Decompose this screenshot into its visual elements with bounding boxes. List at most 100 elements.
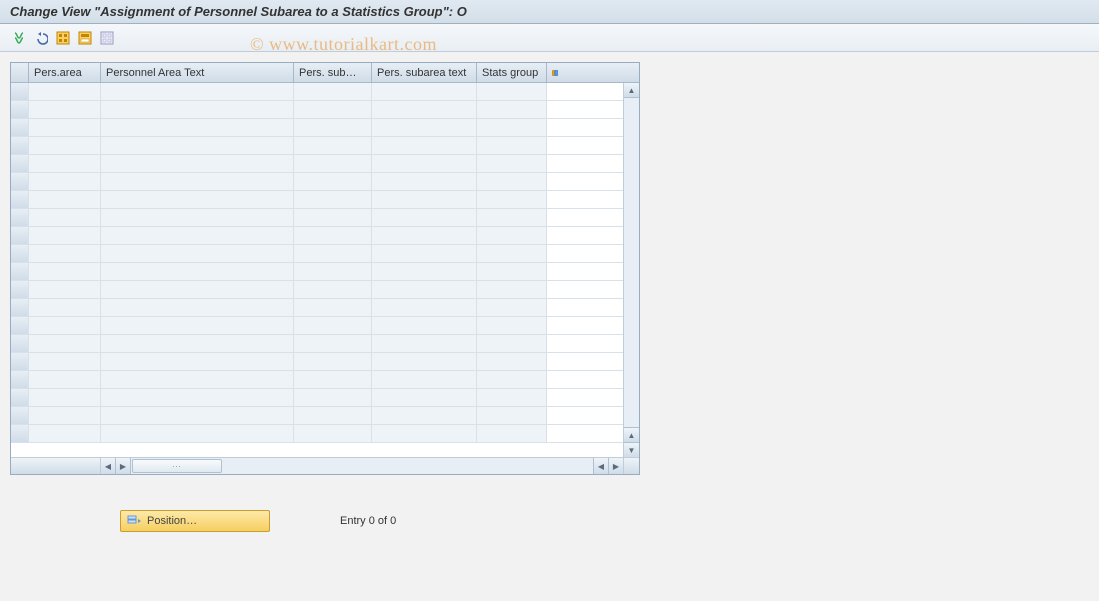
cell-pers-area[interactable]	[29, 299, 101, 316]
cell-personnel-area-text[interactable]	[101, 137, 294, 154]
cell-stats-group[interactable]	[477, 281, 547, 298]
cell-stats-group[interactable]	[477, 425, 547, 442]
cell-stats-group[interactable]	[477, 173, 547, 190]
cell-pers-subarea-text[interactable]	[372, 281, 477, 298]
deselect-all-icon[interactable]	[98, 29, 116, 47]
cell-pers-suba[interactable]	[294, 353, 372, 370]
column-header-personnel-area-text[interactable]: Personnel Area Text	[101, 63, 294, 82]
cell-pers-suba[interactable]	[294, 173, 372, 190]
cell-stats-group[interactable]	[477, 101, 547, 118]
cell-pers-area[interactable]	[29, 227, 101, 244]
cell-pers-area[interactable]	[29, 83, 101, 100]
row-selector[interactable]	[11, 389, 29, 406]
cell-pers-subarea-text[interactable]	[372, 245, 477, 262]
column-header-stats-group[interactable]: Stats group	[477, 63, 547, 82]
cell-stats-group[interactable]	[477, 227, 547, 244]
row-selector[interactable]	[11, 191, 29, 208]
position-button[interactable]: Position…	[120, 510, 270, 532]
cell-pers-area[interactable]	[29, 407, 101, 424]
cell-pers-subarea-text[interactable]	[372, 101, 477, 118]
cell-pers-suba[interactable]	[294, 227, 372, 244]
column-header-pers-subarea-text[interactable]: Pers. subarea text	[372, 63, 477, 82]
cell-pers-subarea-text[interactable]	[372, 155, 477, 172]
row-selector[interactable]	[11, 209, 29, 226]
row-selector[interactable]	[11, 425, 29, 442]
row-selector[interactable]	[11, 371, 29, 388]
cell-pers-subarea-text[interactable]	[372, 299, 477, 316]
cell-personnel-area-text[interactable]	[101, 245, 294, 262]
cell-pers-subarea-text[interactable]	[372, 335, 477, 352]
cell-pers-area[interactable]	[29, 119, 101, 136]
cell-pers-suba[interactable]	[294, 281, 372, 298]
cell-pers-subarea-text[interactable]	[372, 173, 477, 190]
scroll-left-icon[interactable]: ◀	[101, 458, 116, 474]
cell-personnel-area-text[interactable]	[101, 209, 294, 226]
cell-stats-group[interactable]	[477, 317, 547, 334]
cell-pers-suba[interactable]	[294, 407, 372, 424]
cell-pers-area[interactable]	[29, 191, 101, 208]
column-header-pers-suba[interactable]: Pers. sub…	[294, 63, 372, 82]
row-selector[interactable]	[11, 335, 29, 352]
undo-icon[interactable]	[32, 29, 50, 47]
cell-stats-group[interactable]	[477, 353, 547, 370]
cell-stats-group[interactable]	[477, 209, 547, 226]
cell-personnel-area-text[interactable]	[101, 119, 294, 136]
cell-personnel-area-text[interactable]	[101, 101, 294, 118]
hscroll-thumb[interactable]: ⋯	[132, 459, 222, 473]
cell-personnel-area-text[interactable]	[101, 407, 294, 424]
cell-pers-suba[interactable]	[294, 425, 372, 442]
cell-pers-suba[interactable]	[294, 83, 372, 100]
cell-pers-area[interactable]	[29, 353, 101, 370]
cell-personnel-area-text[interactable]	[101, 317, 294, 334]
cell-pers-subarea-text[interactable]	[372, 389, 477, 406]
cell-personnel-area-text[interactable]	[101, 173, 294, 190]
scroll-right-inner-icon[interactable]: ▶	[116, 458, 131, 474]
cell-personnel-area-text[interactable]	[101, 263, 294, 280]
select-block-icon[interactable]	[76, 29, 94, 47]
cell-pers-area[interactable]	[29, 371, 101, 388]
cell-pers-subarea-text[interactable]	[372, 119, 477, 136]
cell-pers-suba[interactable]	[294, 101, 372, 118]
cell-pers-area[interactable]	[29, 101, 101, 118]
cell-pers-suba[interactable]	[294, 209, 372, 226]
cell-pers-subarea-text[interactable]	[372, 227, 477, 244]
cell-pers-suba[interactable]	[294, 389, 372, 406]
cell-personnel-area-text[interactable]	[101, 191, 294, 208]
cell-pers-subarea-text[interactable]	[372, 191, 477, 208]
row-selector[interactable]	[11, 155, 29, 172]
cell-stats-group[interactable]	[477, 119, 547, 136]
column-header-pers-area[interactable]: Pers.area	[29, 63, 101, 82]
cell-personnel-area-text[interactable]	[101, 83, 294, 100]
horizontal-scrollbar[interactable]: ◀ ▶ ⋯ ◀ ▶	[11, 457, 639, 474]
cell-pers-subarea-text[interactable]	[372, 137, 477, 154]
cell-pers-area[interactable]	[29, 389, 101, 406]
row-selector[interactable]	[11, 137, 29, 154]
row-selector[interactable]	[11, 119, 29, 136]
select-all-icon[interactable]	[54, 29, 72, 47]
cell-stats-group[interactable]	[477, 245, 547, 262]
cell-pers-subarea-text[interactable]	[372, 371, 477, 388]
row-selector[interactable]	[11, 101, 29, 118]
cell-pers-suba[interactable]	[294, 137, 372, 154]
cell-pers-subarea-text[interactable]	[372, 83, 477, 100]
scroll-up-icon[interactable]: ▲	[624, 83, 639, 98]
row-selector[interactable]	[11, 281, 29, 298]
cell-pers-subarea-text[interactable]	[372, 209, 477, 226]
cell-pers-area[interactable]	[29, 317, 101, 334]
cell-pers-subarea-text[interactable]	[372, 263, 477, 280]
cell-pers-area[interactable]	[29, 281, 101, 298]
cell-stats-group[interactable]	[477, 335, 547, 352]
cell-stats-group[interactable]	[477, 137, 547, 154]
cell-stats-group[interactable]	[477, 389, 547, 406]
row-selector[interactable]	[11, 317, 29, 334]
row-selector[interactable]	[11, 353, 29, 370]
cell-pers-area[interactable]	[29, 245, 101, 262]
cell-pers-subarea-text[interactable]	[372, 407, 477, 424]
scroll-right-icon[interactable]: ▶	[608, 458, 623, 474]
table-config-icon[interactable]	[547, 63, 563, 82]
cell-pers-area[interactable]	[29, 263, 101, 280]
cell-stats-group[interactable]	[477, 263, 547, 280]
cell-pers-suba[interactable]	[294, 245, 372, 262]
vertical-scrollbar[interactable]: ▲ ▲ ▼	[623, 83, 639, 457]
cell-personnel-area-text[interactable]	[101, 281, 294, 298]
